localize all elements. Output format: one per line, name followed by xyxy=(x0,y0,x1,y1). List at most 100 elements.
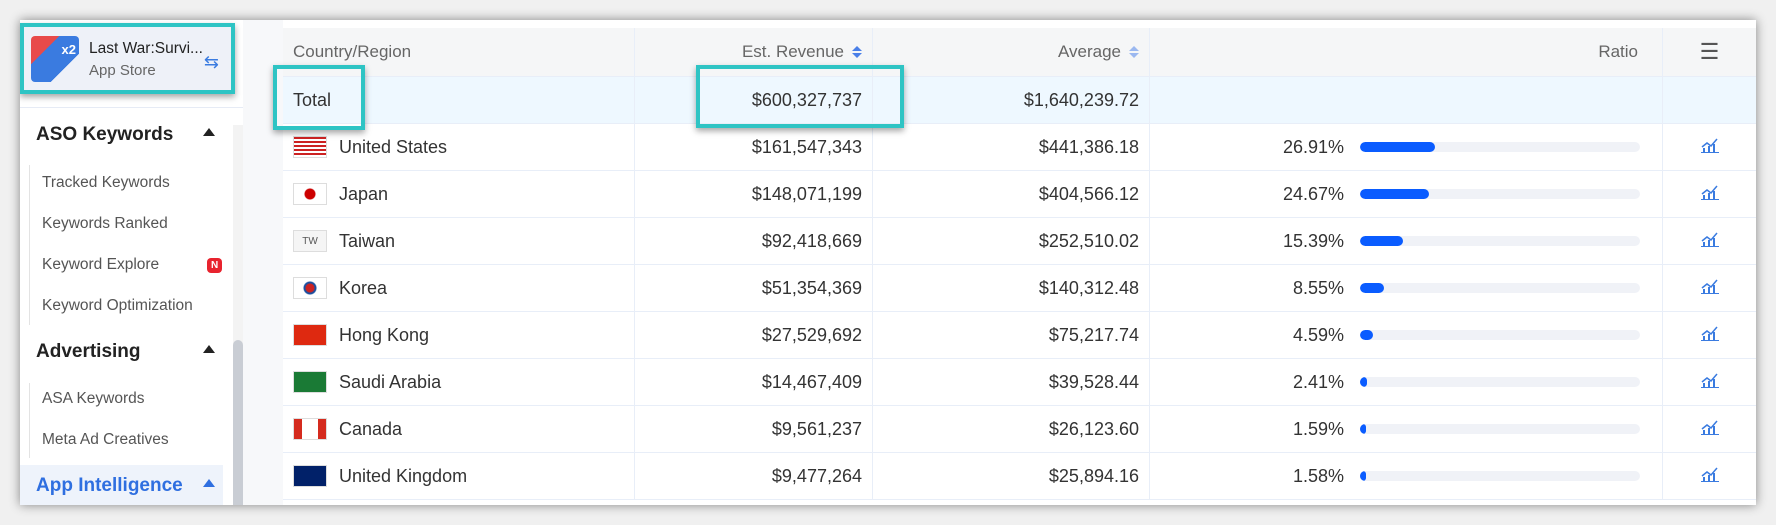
total-row: Total $600,327,737 $1,640,239.72 xyxy=(283,77,1756,124)
country-cell: United States xyxy=(283,124,635,170)
trend-chart-icon[interactable] xyxy=(1700,184,1719,205)
total-average: $1,640,239.72 xyxy=(873,77,1150,123)
ratio-cell: 1.58% xyxy=(1150,453,1663,499)
scrollbar-thumb[interactable] xyxy=(233,340,243,505)
highlight-box xyxy=(696,65,904,128)
revenue-cell: $14,467,409 xyxy=(635,359,873,405)
average-cell: $39,528.44 xyxy=(873,359,1150,405)
country-name: Japan xyxy=(339,183,389,204)
country-name: Taiwan xyxy=(339,230,396,251)
trend-chart-icon[interactable] xyxy=(1700,325,1719,346)
section-advertising[interactable]: Advertising xyxy=(36,341,231,363)
revenue-cell: $27,529,692 xyxy=(635,312,873,358)
caret-up-icon xyxy=(203,345,215,353)
revenue-cell: $51,354,369 xyxy=(635,265,873,311)
ratio-bar-fill xyxy=(1360,471,1366,481)
country-cell: TW Taiwan xyxy=(283,218,635,264)
flag-hk-icon xyxy=(293,324,327,346)
section-aso-keywords[interactable]: ASO Keywords xyxy=(36,124,231,146)
average-cell: $26,123.60 xyxy=(873,406,1150,452)
country-name: Canada xyxy=(339,418,403,439)
ratio-bar xyxy=(1360,377,1640,387)
trend-chart-icon[interactable] xyxy=(1700,137,1719,158)
table-row: Saudi Arabia $14,467,409 $39,528.44 2.41… xyxy=(283,359,1756,406)
ratio-value: 1.58% xyxy=(1292,465,1344,486)
trend-chart-icon[interactable] xyxy=(1700,419,1719,440)
ratio-cell: 1.59% xyxy=(1150,406,1663,452)
flag-tw-icon: TW xyxy=(293,230,327,252)
ratio-bar-fill xyxy=(1360,283,1384,293)
table-header: Country/Region Est. Revenue Average Rati… xyxy=(283,28,1756,77)
ratio-bar-fill xyxy=(1360,330,1373,340)
ratio-bar-fill xyxy=(1360,377,1367,387)
average-cell: $140,312.48 xyxy=(873,265,1150,311)
sidebar-item-keyword-optimization[interactable]: Keyword Optimization xyxy=(42,297,193,315)
trend-chart-icon[interactable] xyxy=(1700,278,1719,299)
sidebar-item-tracked-keywords[interactable]: Tracked Keywords xyxy=(42,174,170,192)
revenue-cell: $161,547,343 xyxy=(635,124,873,170)
flag-kr-icon xyxy=(293,277,327,299)
country-cell: Hong Kong xyxy=(283,312,635,358)
sidebar-item-keywords-ranked[interactable]: Keywords Ranked xyxy=(42,215,168,233)
header-ratio: Ratio xyxy=(1150,28,1663,76)
ratio-cell: 26.91% xyxy=(1150,124,1663,170)
sort-icon[interactable] xyxy=(1129,46,1139,58)
ratio-value: 8.55% xyxy=(1292,277,1344,298)
divider xyxy=(20,107,243,108)
ratio-bar xyxy=(1360,283,1640,293)
table-row: United Kingdom $9,477,264 $25,894.16 1.5… xyxy=(283,453,1756,500)
revenue-cell: $9,561,237 xyxy=(635,406,873,452)
average-cell: $404,566.12 xyxy=(873,171,1150,217)
section-app-intelligence[interactable]: App Intelligence xyxy=(36,475,231,497)
ratio-bar xyxy=(1360,424,1640,434)
ratio-bar xyxy=(1360,471,1640,481)
table-row: TW Taiwan $92,418,669 $252,510.02 15.39% xyxy=(283,218,1756,265)
trend-chart-icon[interactable] xyxy=(1700,372,1719,393)
sidebar-item-meta-ad-creatives[interactable]: Meta Ad Creatives xyxy=(42,431,169,449)
ratio-bar xyxy=(1360,330,1640,340)
header-average[interactable]: Average xyxy=(873,28,1150,76)
ratio-value: 2.41% xyxy=(1292,371,1344,392)
table-row: Japan $148,071,199 $404,566.12 24.67% xyxy=(283,171,1756,218)
ratio-value: 4.59% xyxy=(1292,324,1344,345)
ratio-cell: 4.59% xyxy=(1150,312,1663,358)
country-name: Hong Kong xyxy=(339,324,430,345)
ratio-bar xyxy=(1360,189,1640,199)
sort-icon[interactable] xyxy=(852,46,862,58)
revenue-cell: $9,477,264 xyxy=(635,453,873,499)
flag-jp-icon xyxy=(293,183,327,205)
ratio-value: 24.67% xyxy=(1282,183,1344,204)
average-cell: $75,217.74 xyxy=(873,312,1150,358)
caret-up-icon xyxy=(203,479,215,487)
highlight-box xyxy=(20,23,235,94)
revenue-cell: $148,071,199 xyxy=(635,171,873,217)
country-cell: United Kingdom xyxy=(283,453,635,499)
table-row: Hong Kong $27,529,692 $75,217.74 4.59% xyxy=(283,312,1756,359)
divider xyxy=(29,383,30,458)
ratio-value: 15.39% xyxy=(1282,230,1344,251)
country-name: United Kingdom xyxy=(339,465,468,486)
trend-chart-icon[interactable] xyxy=(1700,466,1719,487)
sidebar-item-asa-keywords[interactable]: ASA Keywords xyxy=(42,390,145,408)
country-name: Korea xyxy=(339,277,388,298)
trend-chart-icon[interactable] xyxy=(1700,231,1719,252)
highlight-box xyxy=(273,65,365,130)
country-name: United States xyxy=(339,136,448,157)
column-menu-icon[interactable]: ☰ xyxy=(1663,28,1756,76)
app-window: x2 Last War:Survi... App Store ⇆ ASO Key… xyxy=(20,20,1756,505)
flag-ca-icon xyxy=(293,418,327,440)
revenue-table: Country/Region Est. Revenue Average Rati… xyxy=(283,28,1756,500)
ratio-bar-fill xyxy=(1360,142,1436,152)
flag-gb-icon xyxy=(293,465,327,487)
country-cell: Japan xyxy=(283,171,635,217)
ratio-value: 1.59% xyxy=(1292,418,1344,439)
ratio-cell: 15.39% xyxy=(1150,218,1663,264)
new-badge: N xyxy=(207,258,223,273)
ratio-bar xyxy=(1360,236,1640,246)
ratio-bar-fill xyxy=(1360,424,1366,434)
sidebar-item-keyword-explore[interactable]: Keyword Explore xyxy=(42,256,159,274)
average-cell: $441,386.18 xyxy=(873,124,1150,170)
average-cell: $25,894.16 xyxy=(873,453,1150,499)
caret-up-icon xyxy=(203,128,215,136)
ratio-cell: 24.67% xyxy=(1150,171,1663,217)
